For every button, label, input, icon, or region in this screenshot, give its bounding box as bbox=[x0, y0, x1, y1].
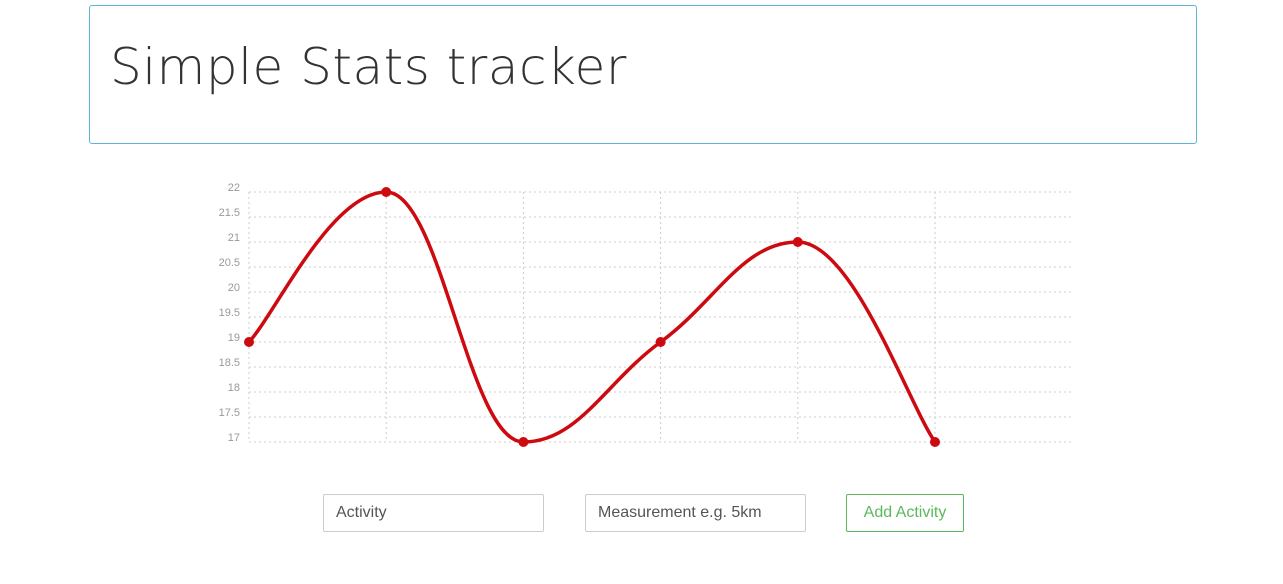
stats-line-chart: 22 21.5 21 20.5 20 19.5 19 18.5 18 17.5 17 bbox=[219, 182, 1072, 447]
data-point bbox=[244, 337, 254, 347]
y-tick-label: 19.5 bbox=[219, 307, 240, 319]
data-point bbox=[792, 237, 803, 247]
data-point bbox=[655, 337, 666, 347]
y-tick-label: 20 bbox=[228, 282, 240, 294]
y-tick-label: 22 bbox=[228, 182, 240, 194]
add-activity-form: Add Activity bbox=[0, 494, 1283, 532]
measurement-input[interactable] bbox=[585, 494, 806, 532]
y-tick-label: 19 bbox=[228, 332, 240, 344]
y-tick-label: 17 bbox=[228, 432, 240, 444]
activity-input[interactable] bbox=[323, 494, 544, 532]
y-tick-label: 21 bbox=[228, 232, 240, 244]
y-tick-label: 18.5 bbox=[219, 357, 240, 369]
data-point bbox=[381, 187, 392, 197]
y-tick-label: 20.5 bbox=[219, 257, 240, 269]
add-activity-button[interactable]: Add Activity bbox=[846, 494, 964, 532]
series-line bbox=[247, 190, 937, 444]
data-point bbox=[930, 437, 940, 447]
y-tick-label: 18 bbox=[228, 382, 240, 394]
y-tick-label: 17.5 bbox=[219, 407, 240, 419]
chart-area: 22 21.5 21 20.5 20 19.5 19 18.5 18 17.5 17 bbox=[0, 0, 1283, 579]
y-tick-label: 21.5 bbox=[219, 207, 240, 219]
data-point bbox=[518, 437, 529, 447]
